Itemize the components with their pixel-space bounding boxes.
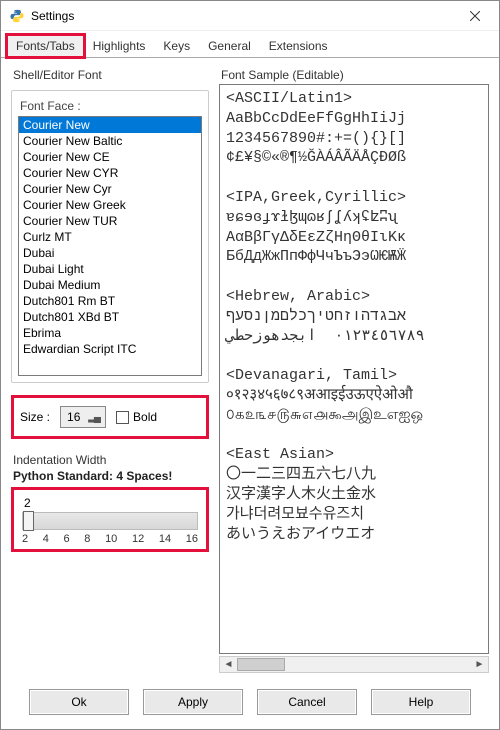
indent-width-label: Indentation Width [11,453,209,467]
tick-label: 4 [43,533,49,545]
tab-general[interactable]: General [199,35,260,57]
content-area: Shell/Editor Font Font Face : Courier Ne… [1,58,499,679]
slider-thumb-icon [23,511,34,531]
shell-editor-font-label: Shell/Editor Font [11,68,209,82]
font-item[interactable]: Courier New TUR [19,213,201,229]
tick-label: 16 [186,533,198,545]
left-panel: Shell/Editor Font Font Face : Courier Ne… [11,68,209,673]
sample-line [226,426,486,446]
font-item[interactable]: Curlz MT [19,229,201,245]
sample-line: あいうえおアイウエオ [226,525,486,545]
font-sample-textarea[interactable]: <ASCII/Latin1>AaBbCcDdEeFfGgHhIiJj123456… [219,84,489,654]
tick-label: 8 [84,533,90,545]
bold-label: Bold [133,410,157,424]
font-item[interactable]: Dutch801 XBd BT [19,309,201,325]
size-bold-row: Size : 16 ▂▄ Bold [11,395,209,439]
font-item[interactable]: Dubai [19,245,201,261]
sample-line: <ASCII/Latin1> [226,89,486,109]
tab-bar: Fonts/Tabs Highlights Keys General Exten… [1,31,499,58]
tick-label: 14 [159,533,171,545]
sample-line: <Hebrew, Arabic> [226,287,486,307]
right-panel: Font Sample (Editable) <ASCII/Latin1>AaB… [219,68,489,673]
font-face-group: Font Face : Courier NewCourier New Balti… [11,90,209,383]
sample-line [226,267,486,287]
indent-subtitle: Python Standard: 4 Spaces! [13,469,209,483]
sample-line: <Devanagari, Tamil> [226,366,486,386]
tab-highlights[interactable]: Highlights [84,35,155,57]
font-item[interactable]: Courier New [19,117,201,133]
size-menubutton[interactable]: 16 ▂▄ [60,406,106,428]
sample-line: ௦௧௨௩௪௫௬௭௮௯அஇஉஎஐஒ [226,406,486,426]
sample-line: <East Asian> [226,445,486,465]
sample-line: אבגדהוזחטיךכלםמןנסעף [226,307,486,327]
indent-tick-labels: 2 4 6 8 10 12 14 16 [22,533,198,545]
tab-fonts[interactable]: Fonts/Tabs [7,35,84,57]
indent-current-value: 2 [24,496,198,510]
window-title: Settings [31,9,452,23]
tick-label: 10 [105,533,117,545]
font-item[interactable]: Dubai Medium [19,277,201,293]
font-item[interactable]: Dubai Light [19,261,201,277]
sample-line: 가냐더려모뵤수유즈치 [226,505,486,525]
help-button[interactable]: Help [371,689,471,715]
sample-line [226,168,486,188]
apply-button[interactable]: Apply [143,689,243,715]
scroll-left-icon: ◄ [220,657,237,672]
menubutton-handle-icon: ▂▄ [88,412,99,423]
dialog-button-row: Ok Apply Cancel Help [1,679,499,729]
sample-line: 汉字漢字人木火土金水 [226,485,486,505]
titlebar: Settings [1,1,499,31]
settings-window: Settings Fonts/Tabs Highlights Keys Gene… [0,0,500,730]
cancel-button[interactable]: Cancel [257,689,357,715]
sample-line [226,346,486,366]
font-item[interactable]: Edwardian Script ITC [19,341,201,357]
sample-line: 〇一二三四五六七八九 [226,465,486,485]
font-item[interactable]: Ebrima [19,325,201,341]
close-button[interactable] [452,2,497,30]
font-item[interactable]: Courier New CE [19,149,201,165]
sample-line: <IPA,Greek,Cyrillic> [226,188,486,208]
scroll-right-icon: ► [471,657,488,672]
python-app-icon [9,8,25,24]
bold-checkbox[interactable]: Bold [116,410,157,424]
sample-line: ٠١٢٣٤٥٦٧٨٩ ابجدهوزحطي [226,327,486,347]
sample-line: AaBbCcDdEeFfGgHhIiJj [226,109,486,129]
font-face-listbox[interactable]: Courier NewCourier New BalticCourier New… [18,116,202,376]
sample-hscrollbar[interactable]: ◄ ► [219,656,489,673]
tab-extensions[interactable]: Extensions [260,35,337,57]
sample-line: ΑαΒβΓγΔδΕεΖζΗηΘθΙιΚκ [226,228,486,248]
tab-keys[interactable]: Keys [154,35,199,57]
font-item[interactable]: Courier New Cyr [19,181,201,197]
scroll-thumb-icon [237,658,285,671]
font-item[interactable]: Courier New Baltic [19,133,201,149]
font-item[interactable]: Courier New Greek [19,197,201,213]
ok-button[interactable]: Ok [29,689,129,715]
size-value: 16 [67,410,80,424]
sample-line: 1234567890#:+=(){}[] [226,129,486,149]
sample-line: ɐɕɘɞɟɤɫɮɰɷʁʃʆʎʞʢʫʭʯ [226,208,486,228]
tick-label: 6 [64,533,70,545]
indent-slider[interactable] [22,512,198,530]
sample-line [226,544,486,564]
font-face-label: Font Face : [20,99,202,113]
sample-line: ¢£¥§©«®¶½ĞÀÁÂÃÄÅÇÐØß [226,148,486,168]
tick-label: 2 [22,533,28,545]
checkbox-box-icon [116,411,129,424]
tick-label: 12 [132,533,144,545]
size-label: Size : [20,410,50,424]
sample-line: БбДдЖжПпФфЧчЪъЭэѠѤѬӜ [226,247,486,267]
font-item[interactable]: Courier New CYR [19,165,201,181]
font-sample-label: Font Sample (Editable) [219,68,489,82]
indent-group: Indentation Width Python Standard: 4 Spa… [11,453,209,552]
sample-line: ०१२३४५६७८९अआइईउऊएऐओऔ [226,386,486,406]
indent-slider-wrap: 2 2 4 6 8 10 12 14 16 [11,487,209,552]
font-item[interactable]: Dutch801 Rm BT [19,293,201,309]
